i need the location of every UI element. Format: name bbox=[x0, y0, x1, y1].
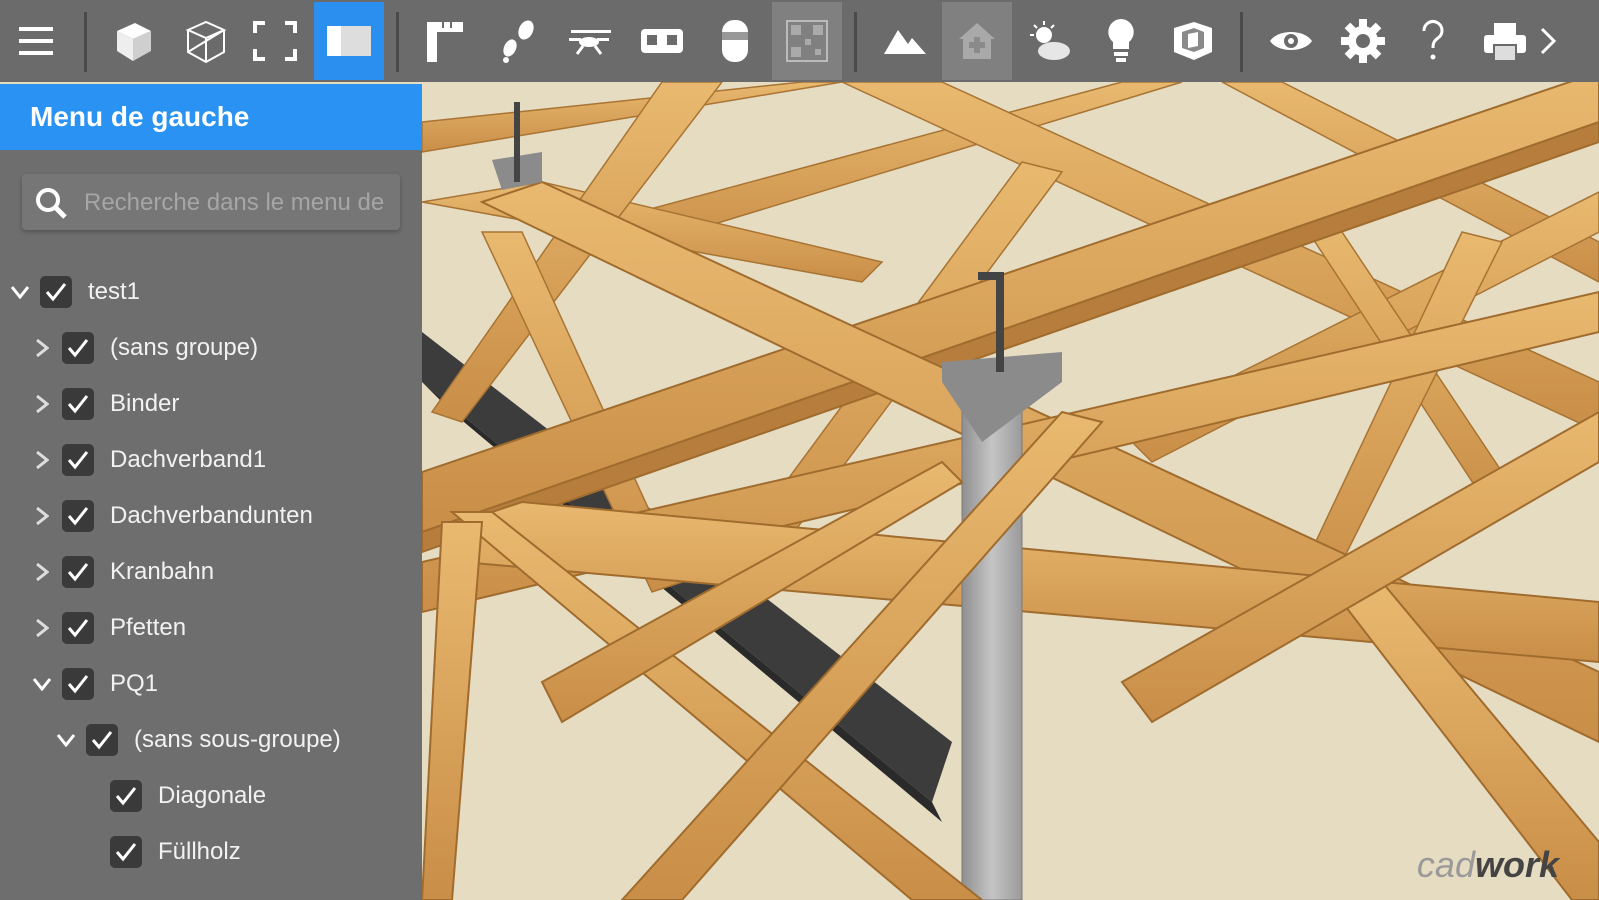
chevron-right-icon[interactable] bbox=[30, 504, 54, 528]
chevron-down-icon[interactable] bbox=[54, 728, 78, 752]
panel-title: Menu de gauche bbox=[0, 84, 422, 150]
tree-item-label: Dachverbandunten bbox=[110, 502, 313, 529]
tree-item[interactable]: Pfetten bbox=[30, 600, 186, 656]
tree-item-label: Kranbahn bbox=[110, 558, 215, 585]
eye-icon[interactable] bbox=[1256, 2, 1326, 80]
checkbox[interactable] bbox=[62, 612, 94, 644]
checkbox[interactable] bbox=[40, 276, 72, 308]
tree-item-label: PQ1 bbox=[110, 670, 159, 697]
checkbox[interactable] bbox=[110, 836, 142, 868]
tree-item[interactable]: Füllholz bbox=[78, 824, 241, 880]
section-box-icon[interactable] bbox=[1158, 2, 1228, 80]
qr-code-icon[interactable] bbox=[772, 2, 842, 80]
tree-item[interactable]: (sans groupe) bbox=[30, 320, 258, 376]
help-icon[interactable] bbox=[1398, 2, 1468, 80]
lightbulb-icon[interactable] bbox=[1086, 2, 1156, 80]
chevron-right-icon[interactable] bbox=[30, 392, 54, 416]
left-panel-icon[interactable] bbox=[314, 2, 384, 80]
tree-item[interactable]: Diagonale bbox=[78, 768, 266, 824]
checkbox[interactable] bbox=[62, 556, 94, 588]
chevron-down-icon[interactable] bbox=[30, 672, 54, 696]
walk-icon[interactable] bbox=[484, 2, 554, 80]
left-menu-panel: Menu de gauche test1 (sans groupe) Binder D… bbox=[0, 84, 422, 900]
house-icon[interactable] bbox=[942, 2, 1012, 80]
checkbox[interactable] bbox=[62, 332, 94, 364]
tree-item[interactable]: Dachverband1 bbox=[30, 432, 266, 488]
checkbox[interactable] bbox=[86, 724, 118, 756]
tree-item-label: Füllholz bbox=[158, 838, 241, 865]
tree-item-label: Pfetten bbox=[110, 614, 187, 641]
toolbar-separator bbox=[396, 12, 399, 72]
tree-item-label: Binder bbox=[110, 390, 180, 417]
tree-item[interactable]: Dachverbandunten bbox=[30, 488, 313, 544]
tree-item[interactable]: (sans sous-groupe) bbox=[54, 712, 341, 768]
solid-view-icon[interactable] bbox=[98, 2, 168, 80]
top-toolbar bbox=[0, 0, 1599, 82]
menu-icon[interactable] bbox=[2, 2, 72, 80]
checkbox[interactable] bbox=[62, 388, 94, 420]
brand-watermark: cadwork bbox=[1416, 844, 1559, 885]
wireframe-view-icon[interactable] bbox=[170, 2, 240, 80]
tree-item-label: (sans sous-groupe) bbox=[134, 726, 341, 753]
chevron-down-icon[interactable] bbox=[8, 280, 32, 304]
drone-icon[interactable] bbox=[555, 2, 625, 80]
checkbox[interactable] bbox=[110, 780, 142, 812]
chevron-right-icon[interactable] bbox=[1528, 2, 1568, 80]
checkbox[interactable] bbox=[62, 668, 94, 700]
tree-item-label: (sans groupe) bbox=[110, 334, 259, 361]
3d-viewport[interactable]: cadwork bbox=[422, 82, 1599, 900]
tree-item[interactable]: Binder bbox=[30, 376, 179, 432]
gear-icon[interactable] bbox=[1328, 2, 1398, 80]
search-icon bbox=[34, 186, 68, 225]
object-icon[interactable] bbox=[700, 2, 770, 80]
chevron-right-icon[interactable] bbox=[30, 448, 54, 472]
fullscreen-icon[interactable] bbox=[240, 2, 310, 80]
terrain-icon[interactable] bbox=[870, 2, 940, 80]
chevron-right-icon[interactable] bbox=[30, 616, 54, 640]
tree-item[interactable]: PQ1 bbox=[30, 656, 158, 712]
tree-item-label: test1 bbox=[88, 278, 141, 305]
search-input[interactable] bbox=[82, 182, 396, 224]
tree-item[interactable]: Kranbahn bbox=[30, 544, 214, 600]
measure-icon[interactable] bbox=[410, 2, 480, 80]
toolbar-separator bbox=[854, 12, 857, 72]
tree-item-label: Dachverband1 bbox=[110, 446, 267, 473]
checkbox[interactable] bbox=[62, 500, 94, 532]
chevron-right-icon[interactable] bbox=[30, 336, 54, 360]
vr-headset-icon[interactable] bbox=[627, 2, 697, 80]
tree-item[interactable]: test1 bbox=[8, 264, 140, 320]
tree-item-label: Diagonale bbox=[158, 782, 267, 809]
chevron-right-icon[interactable] bbox=[30, 560, 54, 584]
toolbar-separator bbox=[1240, 12, 1243, 72]
checkbox[interactable] bbox=[62, 444, 94, 476]
weather-icon[interactable] bbox=[1014, 2, 1084, 80]
toolbar-separator bbox=[84, 12, 87, 72]
search-box bbox=[22, 174, 400, 230]
timber-structure-scene bbox=[422, 82, 1599, 900]
